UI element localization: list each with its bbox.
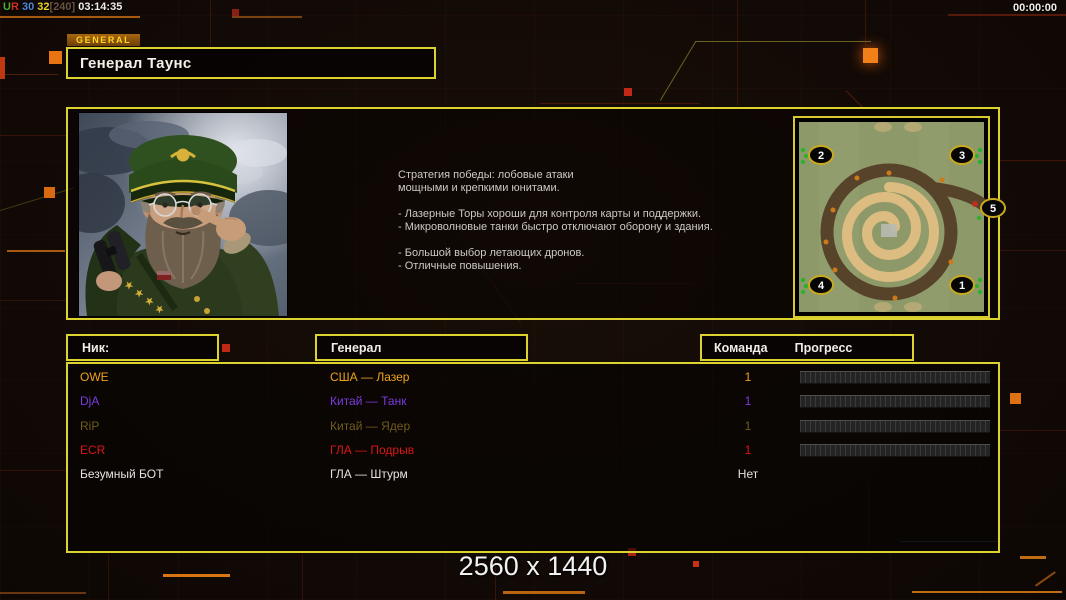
progress-bar [800, 371, 990, 384]
map-start-marker: 4 [808, 275, 834, 295]
player-general: ГЛА — Штурм [330, 467, 408, 482]
decor-shape [232, 9, 239, 16]
table-row[interactable]: OWE США — Лазер 1 [68, 366, 998, 390]
decor-shape [540, 103, 700, 104]
lobby-title-box: Генерал Таунс [66, 47, 436, 79]
status-net-u: U [3, 1, 11, 13]
match-timer: 00:00:00 [1012, 2, 1057, 14]
general-portrait: ★ ★ ★ ★ [57, 112, 309, 317]
decor-shape [912, 591, 1062, 593]
decor-shape [0, 16, 140, 18]
decor-shape [863, 48, 878, 63]
table-row[interactable]: RiP Китай — Ядер 1 [68, 415, 998, 439]
header-team-label: Команда [714, 340, 768, 355]
player-team: 1 [744, 418, 752, 433]
svg-text:2: 2 [818, 150, 824, 162]
svg-text:5: 5 [990, 203, 996, 215]
player-team: Нет [737, 467, 759, 482]
decor-shape [737, 0, 738, 106]
player-nick: ECR [80, 442, 106, 457]
svg-text:4: 4 [818, 280, 825, 292]
resolution-label: 2560 x 1440 [458, 551, 608, 581]
decor-shape [503, 591, 585, 594]
status-value-yellow: 32 [37, 1, 50, 13]
status-value-blue: 30 [21, 1, 35, 13]
progress-bar [800, 395, 990, 409]
decor-shape [44, 187, 55, 198]
header-nick-label: Ник: [82, 340, 110, 355]
player-team: 1 [744, 370, 752, 384]
table-row[interactable]: DjA Китай — Танк 1 [68, 390, 998, 414]
header-general-label: Генерал [331, 340, 382, 355]
map-start-marker: 1 [949, 275, 975, 295]
status-bar: UR 30 32[240] 03:14:35 [3, 1, 122, 13]
player-team: 1 [744, 442, 752, 457]
header-progress-label: Прогресс [794, 340, 853, 355]
decor-shape [1000, 250, 1066, 251]
decor-shape [7, 250, 65, 252]
map-start-marker: 2 [808, 145, 834, 165]
header-team-progress: Команда Прогресс [700, 334, 914, 361]
map-image: 2 3 5 4 1 [799, 122, 1006, 312]
decor-shape [222, 344, 230, 352]
player-general: США — Лазер [330, 370, 410, 384]
table-row[interactable]: Безумный БОТ ГЛА — Штурм Нет [68, 463, 998, 487]
decor-shape [0, 300, 66, 301]
player-nick: OWE [80, 370, 109, 384]
header-nick: Ник: [66, 334, 219, 361]
general-description: Стратегия победы: лобовые атаки мощными … [398, 169, 713, 272]
decor-shape [1010, 393, 1021, 404]
player-general: Китай — Танк [330, 394, 407, 409]
decor-shape [232, 16, 302, 18]
decor-shape [0, 592, 86, 594]
progress-bar [800, 443, 990, 457]
decor-shape [1000, 160, 1066, 161]
status-clock: 03:14:35 [78, 1, 123, 13]
decor-shape [624, 88, 632, 96]
player-nick: RiP [80, 418, 100, 433]
map-start-marker: 5 [980, 198, 1006, 218]
decor-shape [0, 74, 58, 75]
general-portrait-image: ★ ★ ★ ★ [57, 113, 309, 317]
general-tab-label: GENERAL [67, 34, 141, 46]
decor-shape [948, 14, 1066, 16]
decor-shape [210, 0, 211, 46]
status-net-r: R [10, 1, 19, 13]
player-table: OWE США — Лазер 1 DjA Китай — Танк 1 RiP Китай … [66, 362, 1000, 553]
player-nick: DjA [80, 394, 100, 409]
svg-text:1: 1 [959, 280, 965, 292]
decor-shape [0, 57, 5, 79]
table-row[interactable]: ECR ГЛА — Подрыв 1 [68, 439, 998, 463]
decor-shape [1000, 430, 1066, 431]
header-general: Генерал [315, 334, 528, 361]
decor-shape [865, 0, 866, 46]
decor-shape [49, 51, 62, 64]
page-title: Генерал Таунс [80, 55, 192, 72]
status-limit: [240] [49, 1, 76, 13]
progress-bar [800, 419, 990, 433]
player-general: ГЛА — Подрыв [330, 442, 415, 457]
svg-text:3: 3 [959, 150, 965, 162]
player-nick: Безумный БОТ [80, 467, 164, 482]
map-preview[interactable]: 2 3 5 4 1 [793, 116, 1006, 318]
decor-shape [695, 41, 871, 42]
map-start-marker: 3 [949, 145, 975, 165]
player-general: Китай — Ядер [330, 418, 411, 433]
player-team: 1 [744, 394, 752, 409]
decor-shape [0, 135, 66, 136]
general-info-panel: ★ ★ ★ ★ Стратегия победы: лобовые атаки … [57, 107, 1006, 320]
decor-shape [0, 470, 66, 471]
